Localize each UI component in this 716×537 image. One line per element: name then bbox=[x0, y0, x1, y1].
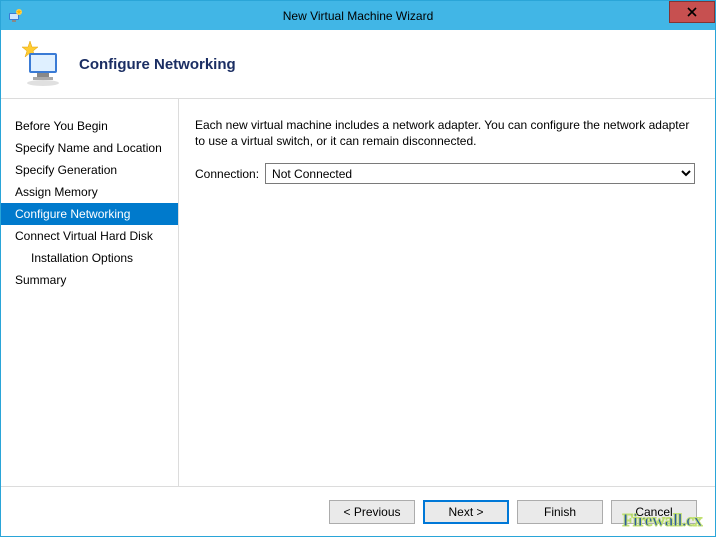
wizard-body: Before You Begin Specify Name and Locati… bbox=[1, 99, 715, 486]
wizard-icon bbox=[17, 39, 65, 90]
connection-field: Connection: Not Connected bbox=[195, 163, 695, 184]
step-assign-memory[interactable]: Assign Memory bbox=[1, 181, 178, 203]
next-button[interactable]: Next > bbox=[423, 500, 509, 524]
window-title: New Virtual Machine Wizard bbox=[1, 9, 715, 23]
wizard-window: New Virtual Machine Wizard Configure Net… bbox=[0, 0, 716, 537]
connection-label: Connection: bbox=[195, 167, 259, 181]
step-before-you-begin[interactable]: Before You Begin bbox=[1, 115, 178, 137]
titlebar: New Virtual Machine Wizard bbox=[1, 1, 715, 30]
step-installation-options[interactable]: Installation Options bbox=[1, 247, 178, 269]
finish-button[interactable]: Finish bbox=[517, 500, 603, 524]
step-configure-networking[interactable]: Configure Networking bbox=[1, 203, 178, 225]
step-connect-vhd[interactable]: Connect Virtual Hard Disk bbox=[1, 225, 178, 247]
close-button[interactable] bbox=[669, 1, 715, 23]
step-summary[interactable]: Summary bbox=[1, 269, 178, 291]
description-text: Each new virtual machine includes a netw… bbox=[195, 117, 695, 149]
page-title: Configure Networking bbox=[79, 56, 236, 73]
content-pane: Each new virtual machine includes a netw… bbox=[179, 99, 715, 486]
header-band: Configure Networking bbox=[1, 30, 715, 99]
step-specify-generation[interactable]: Specify Generation bbox=[1, 159, 178, 181]
cancel-button[interactable]: Cancel bbox=[611, 500, 697, 524]
previous-button[interactable]: < Previous bbox=[329, 500, 415, 524]
sidebar: Before You Begin Specify Name and Locati… bbox=[1, 99, 179, 486]
app-icon bbox=[7, 8, 23, 24]
footer: < Previous Next > Finish Cancel bbox=[1, 486, 715, 536]
connection-select[interactable]: Not Connected bbox=[265, 163, 695, 184]
close-icon bbox=[687, 5, 697, 20]
step-specify-name-location[interactable]: Specify Name and Location bbox=[1, 137, 178, 159]
